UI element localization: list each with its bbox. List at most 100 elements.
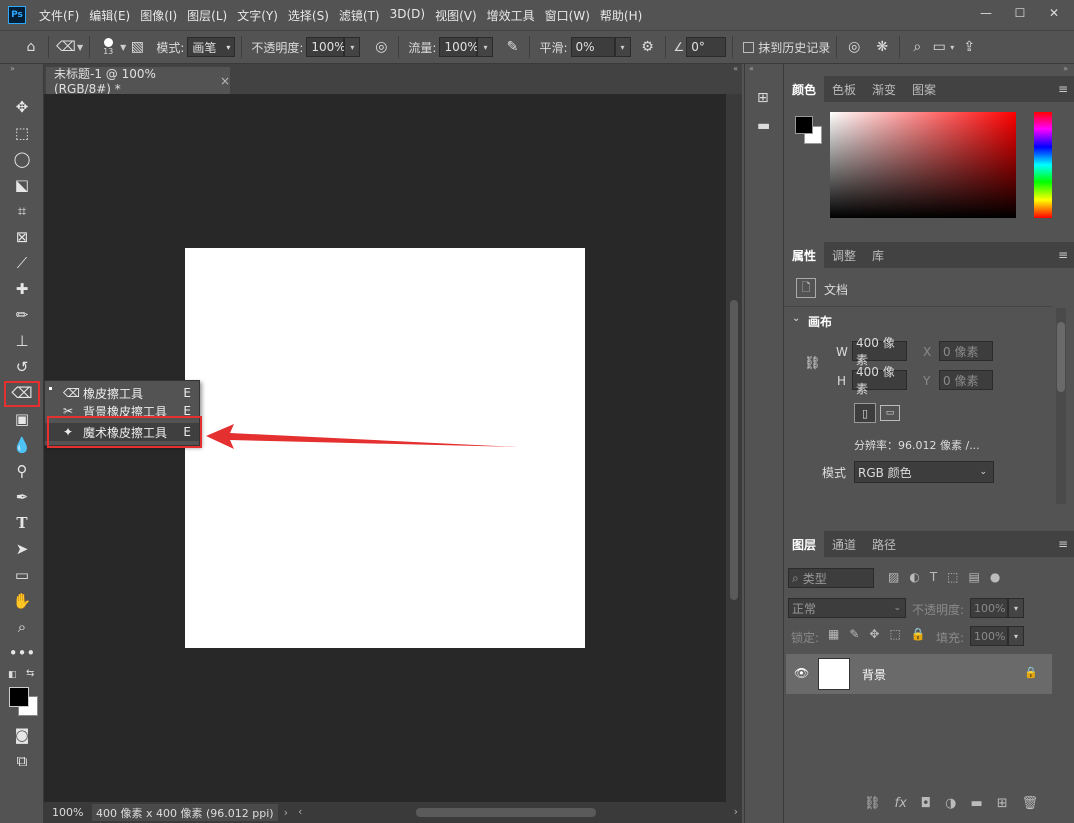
close-button[interactable]: ✕ [1040,4,1068,22]
lasso-tool-icon[interactable]: ◯ [0,146,44,172]
quick-mask-icon[interactable]: ◙ [0,722,44,748]
hue-slider[interactable] [1034,112,1052,218]
lock-all-icon[interactable]: 🔒 [911,627,926,641]
brush-settings-icon[interactable]: ▧ [126,36,148,58]
mode-select[interactable]: 画笔 ▾ [187,37,236,57]
lock-artboard-icon[interactable]: ⬚ [889,627,900,641]
doc-info[interactable]: 400 像素 x 400 像素 (96.012 ppi) [92,804,278,821]
zoom-level[interactable]: 100% [44,806,92,819]
collapse-icon[interactable]: « [733,64,738,73]
eye-icon[interactable]: 👁 [794,666,809,680]
tab-patterns[interactable]: 图案 [904,76,944,102]
marquee-tool-icon[interactable]: ⬚ [0,120,44,146]
lock-transparent-icon[interactable]: ▦ [828,627,839,641]
foreground-color-swatch[interactable] [795,116,813,134]
share-icon[interactable]: ⇪ [958,36,980,58]
foreground-color-swatch[interactable] [9,687,29,707]
crop-tool-icon[interactable]: ⌗ [0,198,44,224]
link-icon[interactable]: ⛓ [804,356,821,371]
portrait-orientation-icon[interactable]: ▯ [854,403,876,423]
flow-dropdown[interactable]: ▾ [477,37,494,57]
layer-opacity-dropdown[interactable]: ▾ [1008,598,1024,618]
type-filter-icon[interactable]: T [930,570,937,584]
chevron-down-icon[interactable]: ▼ [77,43,83,52]
flow-input[interactable]: 100% [439,37,479,57]
adjustment-layer-icon[interactable]: ◑ [945,796,956,811]
layer-row[interactable]: 👁 背景 🔒 [786,654,1052,694]
tab-swatches[interactable]: 色板 [824,76,864,102]
default-colors-icon[interactable]: ◧ [8,670,17,680]
x-input[interactable]: 0 像素 [939,341,993,361]
tab-paths[interactable]: 路径 [864,531,904,557]
dodge-tool-icon[interactable]: ⚲ [0,458,44,484]
hand-tool-icon[interactable]: ✋ [0,588,44,614]
type-tool-icon[interactable]: T [0,510,44,536]
swap-colors-icon[interactable]: ⇆ [26,668,34,679]
tab-adjustments[interactable]: 调整 [824,242,864,268]
tab-gradients[interactable]: 渐变 [864,76,904,102]
gradient-tool-icon[interactable]: ▣ [0,406,44,432]
menu-file[interactable]: 文件(F) [34,7,84,24]
trash-icon[interactable]: 🗑 [1022,796,1039,811]
color-swatches[interactable]: ◧ ⇆ [0,666,43,716]
brush-size-picker[interactable]: 13 [96,38,120,56]
adjustment-filter-icon[interactable]: ◐ [909,570,919,584]
more-tools-icon[interactable]: ••• [0,640,44,666]
color-mode-select[interactable]: RGB 颜色 ⌄ [854,461,994,483]
opacity-dropdown[interactable]: ▾ [344,37,361,57]
maximize-button[interactable]: ☐ [1006,4,1034,22]
object-select-tool-icon[interactable]: ⬕ [0,172,44,198]
blur-tool-icon[interactable]: 💧 [0,432,44,458]
menu-type[interactable]: 文字(Y) [232,7,283,24]
tab-color[interactable]: 颜色 [784,76,825,102]
fill-dropdown[interactable]: ▾ [1008,626,1024,646]
scroll-thumb[interactable] [415,808,596,817]
minimize-button[interactable]: — [972,4,1000,22]
menu-view[interactable]: 视图(V) [430,7,482,24]
collapse-icon[interactable]: » [1063,64,1068,73]
scroll-thumb[interactable] [1057,322,1065,392]
pen-tool-icon[interactable]: ✒ [0,484,44,510]
eyedropper-tool-icon[interactable]: ⟋ [0,250,44,276]
symmetry-icon[interactable]: ❋ [871,36,893,58]
brush-tool-icon[interactable]: ✏ [0,302,44,328]
vertical-scrollbar[interactable] [726,94,742,802]
menu-help[interactable]: 帮助(H) [595,7,647,24]
menu-edit[interactable]: 编辑(E) [84,7,135,24]
stamp-tool-icon[interactable]: ⊥ [0,328,44,354]
menu-filter[interactable]: 滤镜(T) [334,7,385,24]
width-input[interactable]: 400 像素 [852,336,907,367]
search-icon[interactable]: ⌕ [906,36,928,58]
layer-filter-select[interactable]: ⌕ 类型 [788,568,874,588]
tab-layers[interactable]: 图层 [784,531,825,557]
menu-select[interactable]: 选择(S) [283,7,334,24]
tab-close-icon[interactable]: × [220,74,230,88]
add-mask-icon[interactable]: ◘ [921,796,931,811]
move-tool-icon[interactable]: ✥ [0,94,44,120]
height-input[interactable]: 400 像素 [852,365,907,396]
properties-scrollbar[interactable] [1056,308,1066,504]
gear-icon[interactable]: ⚙ [637,36,659,58]
chevron-left-icon[interactable]: ‹ [298,805,302,818]
zoom-tool-icon[interactable]: ⌕ [0,614,44,640]
rectangle-tool-icon[interactable]: ▭ [0,562,44,588]
shape-filter-icon[interactable]: ⬚ [947,570,958,584]
pressure-size-icon[interactable]: ◎ [843,36,865,58]
filter-toggle-icon[interactable]: ● [990,570,1000,584]
collapse-icon[interactable]: « [749,64,754,73]
scroll-thumb[interactable] [730,300,738,600]
menu-image[interactable]: 图像(I) [135,7,182,24]
panel-menu-icon[interactable]: ≡ [1058,248,1068,262]
pixel-filter-icon[interactable]: ▨ [888,570,899,584]
chevron-down-icon[interactable]: ⌄ [792,313,800,324]
angle-input[interactable]: 0° [686,37,727,57]
new-group-icon[interactable]: ▬ [970,796,982,811]
landscape-orientation-icon[interactable]: ▭ [880,405,900,421]
collapse-icon[interactable]: » [0,64,43,76]
menu-window[interactable]: 窗口(W) [540,7,595,24]
menu-plugins[interactable]: 增效工具 [482,7,540,24]
flyout-item-eraser[interactable]: ⌫ 橡皮擦工具 E [45,384,199,402]
panel-menu-icon[interactable]: ≡ [1058,82,1068,96]
erase-history-checkbox[interactable] [743,41,755,53]
layer-opacity-input[interactable]: 100% [970,598,1008,618]
